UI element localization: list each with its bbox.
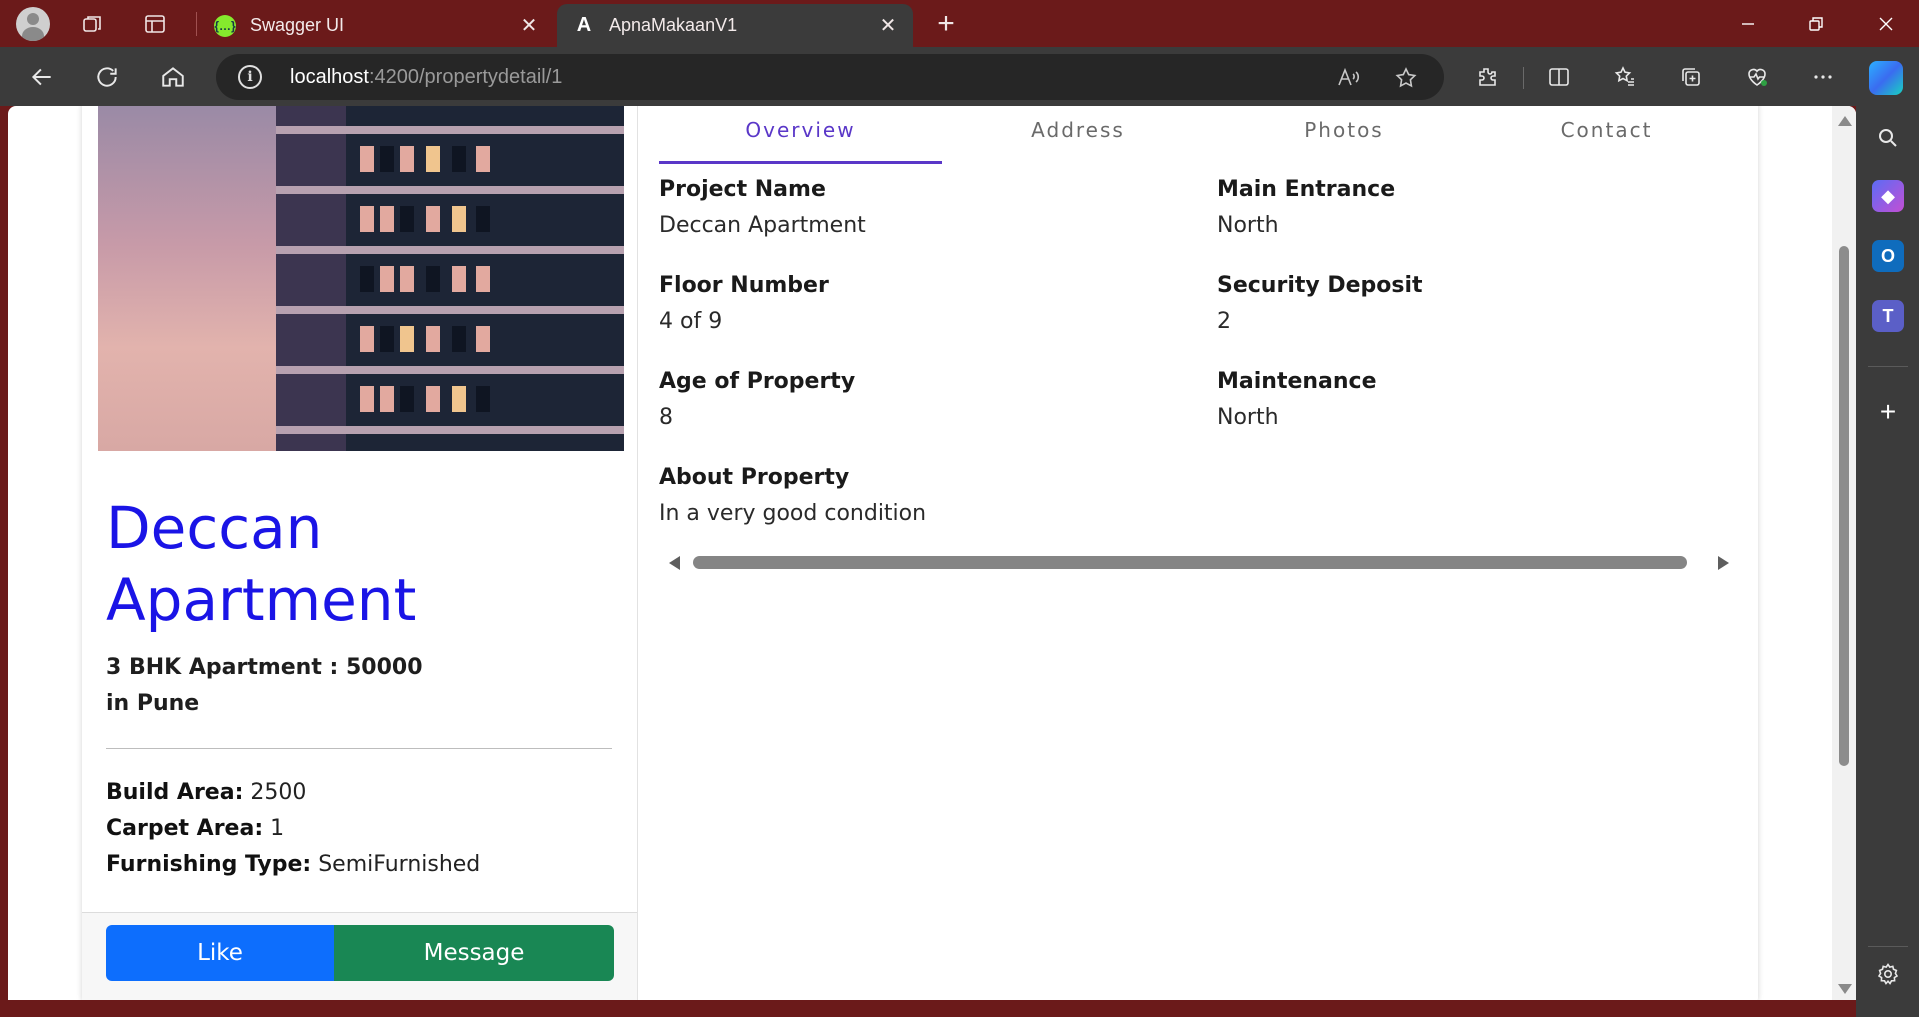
spec-carpet-area: Carpet Area: 1 xyxy=(106,816,285,841)
horizontal-scroll-thumb[interactable] xyxy=(693,556,1687,569)
property-subtitle: 3 BHK Apartment : 50000 in Pune xyxy=(106,655,423,716)
extensions-icon[interactable] xyxy=(1470,60,1504,94)
favorite-star-icon[interactable] xyxy=(1392,64,1420,92)
close-icon[interactable]: ✕ xyxy=(516,12,542,38)
tab-contact[interactable]: Contact xyxy=(1474,112,1739,164)
vertical-scrollbar[interactable] xyxy=(1832,106,1856,1000)
page-viewport: Deccan Apartment 3 BHK Apartment : 50000… xyxy=(8,106,1856,1000)
outlook-icon[interactable]: O xyxy=(1872,240,1904,272)
scroll-up-arrow[interactable] xyxy=(1838,116,1852,126)
detail-tabs: Overview Address Photos Contact xyxy=(659,106,1739,164)
field-floor-number: Floor Number 4 of 9 xyxy=(659,273,829,334)
back-button[interactable] xyxy=(24,59,60,95)
browser-tab-swagger[interactable]: {…} Swagger UI ✕ xyxy=(208,4,554,47)
property-photo xyxy=(98,106,624,451)
address-bar[interactable]: i localhost:4200/propertydetail/1 xyxy=(216,54,1444,100)
tab-address[interactable]: Address xyxy=(942,112,1214,164)
tab-title: ApnaMakaanV1 xyxy=(609,15,738,35)
copilot-icon[interactable] xyxy=(1869,61,1903,95)
sidebar-settings-icon[interactable] xyxy=(1872,958,1904,990)
window-bottom-edge xyxy=(0,1000,1856,1017)
field-about-property: About Property In a very good condition xyxy=(659,465,927,526)
url-text[interactable]: localhost:4200/propertydetail/1 xyxy=(290,66,562,89)
tab-title: Swagger UI xyxy=(250,15,345,35)
search-icon[interactable] xyxy=(1872,122,1904,154)
browser-sidebar: ◆ O T + xyxy=(1856,106,1919,1017)
close-icon[interactable]: ✕ xyxy=(875,12,901,38)
property-specs: Build Area: 2500 Carpet Area: 1 Furnishi… xyxy=(106,775,616,883)
close-window-button[interactable] xyxy=(1862,6,1910,42)
tab-actions-icon[interactable] xyxy=(139,8,171,40)
browser-toolbar: i localhost:4200/propertydetail/1 xyxy=(0,47,1919,106)
read-aloud-icon[interactable] xyxy=(1334,64,1362,92)
profile-avatar[interactable] xyxy=(16,7,50,41)
vertical-scroll-thumb[interactable] xyxy=(1839,246,1849,766)
message-button[interactable]: Message xyxy=(334,925,614,981)
refresh-button[interactable] xyxy=(89,59,125,95)
toolbar-divider xyxy=(1523,67,1524,89)
like-button[interactable]: Like xyxy=(106,925,334,981)
sidebar-divider xyxy=(1868,946,1908,947)
spec-build-area: Build Area: 2500 xyxy=(106,780,307,805)
tab-photos[interactable]: Photos xyxy=(1214,112,1474,164)
browser-title-bar: {…} Swagger UI ✕ A ApnaMakaanV1 ✕ + xyxy=(0,0,1919,47)
property-details-panel: Overview Address Photos Contact Project … xyxy=(659,106,1739,570)
home-button[interactable] xyxy=(155,59,191,95)
minimize-button[interactable] xyxy=(1724,6,1772,42)
workspaces-icon[interactable] xyxy=(76,8,108,40)
field-security-deposit: Security Deposit 2 xyxy=(1217,273,1423,334)
building-illustration xyxy=(276,106,624,451)
field-maintenance: Maintenance North xyxy=(1217,369,1377,430)
angular-icon: A xyxy=(576,14,592,36)
swagger-icon: {…} xyxy=(214,14,236,37)
browser-essentials-icon[interactable] xyxy=(1740,60,1774,94)
section-divider xyxy=(106,748,612,749)
field-main-entrance: Main Entrance North xyxy=(1217,177,1396,238)
add-sidebar-app-icon[interactable]: + xyxy=(1872,396,1904,428)
property-title: Deccan Apartment xyxy=(106,494,417,634)
horizontal-scrollbar[interactable] xyxy=(659,550,1739,574)
browser-tab-apnamakaan[interactable]: A ApnaMakaanV1 ✕ xyxy=(557,4,913,47)
scroll-left-arrow[interactable] xyxy=(669,556,680,570)
property-summary: Deccan Apartment 3 BHK Apartment : 50000… xyxy=(82,106,638,1000)
spec-furnishing-type: Furnishing Type: SemiFurnished xyxy=(106,852,481,877)
collections-icon[interactable] xyxy=(1674,60,1708,94)
property-info: Deccan Apartment 3 BHK Apartment : 50000… xyxy=(106,492,616,883)
sidebar-divider xyxy=(1868,366,1908,367)
site-info-icon[interactable]: i xyxy=(238,65,262,89)
property-detail-card: Deccan Apartment 3 BHK Apartment : 50000… xyxy=(82,106,1758,1000)
scroll-right-arrow[interactable] xyxy=(1718,556,1729,570)
split-screen-icon[interactable] xyxy=(1542,60,1576,94)
favorites-icon[interactable] xyxy=(1608,60,1642,94)
teams-icon[interactable]: T xyxy=(1872,300,1904,332)
copilot-sidebar-icon[interactable]: ◆ xyxy=(1872,180,1904,212)
field-age-of-property: Age of Property 8 xyxy=(659,369,856,430)
new-tab-button[interactable]: + xyxy=(930,7,962,40)
more-options-icon[interactable] xyxy=(1806,60,1840,94)
tab-overview[interactable]: Overview xyxy=(659,112,942,164)
scroll-down-arrow[interactable] xyxy=(1838,984,1852,994)
restore-button[interactable] xyxy=(1792,6,1840,42)
card-footer: Like Message xyxy=(82,912,637,1000)
field-project-name: Project Name Deccan Apartment xyxy=(659,177,866,238)
title-bar-divider xyxy=(196,12,197,36)
